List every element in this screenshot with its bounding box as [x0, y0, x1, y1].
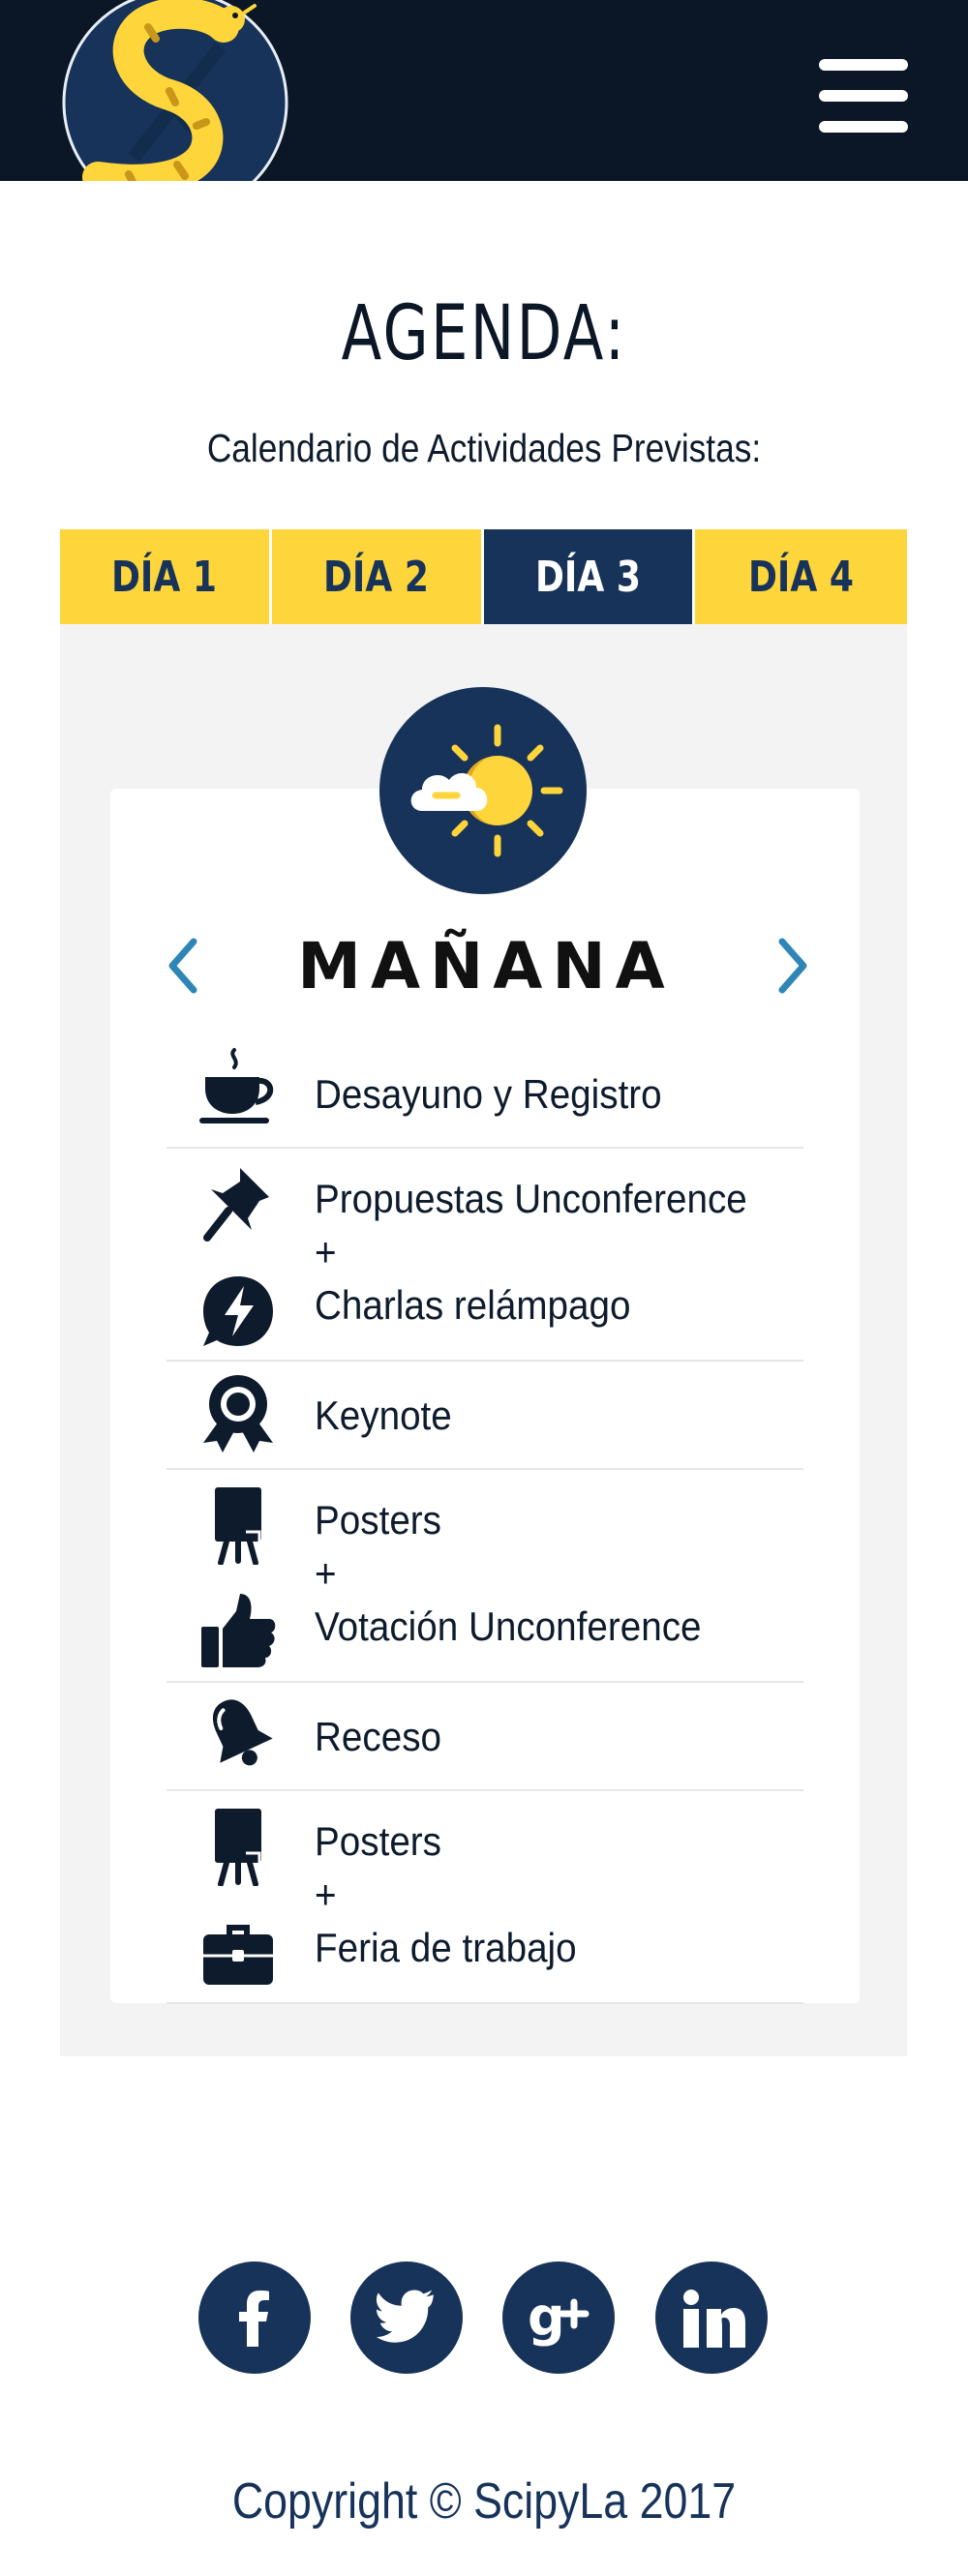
activity-text: Posters + Votación Unconference: [315, 1493, 702, 1653]
activity-row: Receso: [166, 1683, 803, 1791]
activity-line: Posters: [315, 1497, 441, 1543]
activity-text: Posters + Feria de trabajo: [315, 1814, 577, 1974]
activity-line: Receso: [315, 1714, 442, 1759]
activity-text: Keynote: [315, 1389, 452, 1442]
menu-bar: [819, 59, 908, 71]
tab-day-1[interactable]: DÍA 1: [60, 529, 272, 624]
svg-text:g: g: [528, 2287, 565, 2348]
tab-day-2[interactable]: DÍA 2: [271, 529, 484, 624]
hamburger-menu-button[interactable]: [819, 56, 908, 134]
menu-bar: [819, 90, 908, 102]
tab-label: DÍA 1: [111, 552, 218, 602]
activity-line: Feria de trabajo: [315, 1925, 577, 1970]
activity-line: Posters: [315, 1818, 441, 1864]
page-title: AGENDA:: [341, 290, 627, 377]
activity-line: +: [315, 1550, 337, 1596]
activity-row: Propuestas Unconference + Charlas relámp…: [166, 1149, 803, 1362]
google-plus-icon: g: [528, 2287, 590, 2348]
tab-label: DÍA 4: [748, 552, 855, 602]
activity-text: Receso: [315, 1710, 441, 1763]
pushpin-icon: [197, 1162, 279, 1243]
coffee-cup-icon: [197, 1046, 279, 1127]
easel-poster-icon: [197, 1483, 279, 1565]
next-period-arrow[interactable]: [767, 932, 815, 1000]
activity-row: Desayuno y Registro: [166, 1040, 803, 1149]
twitter-icon: [377, 2290, 434, 2343]
bell-icon: [197, 1692, 279, 1774]
linkedin-icon: [683, 2290, 745, 2348]
activity-line: Propuestas Unconference: [315, 1176, 747, 1221]
activity-text: Propuestas Unconference + Charlas relámp…: [315, 1172, 747, 1332]
activity-line: +: [315, 1229, 337, 1274]
tab-label: DÍA 3: [534, 552, 641, 602]
facebook-button[interactable]: [198, 2261, 311, 2374]
day-tabs: DÍA 1 DÍA 2 DÍA 3 DÍA 4: [60, 529, 907, 624]
linkedin-button[interactable]: [655, 2261, 768, 2374]
google-plus-button[interactable]: g: [502, 2261, 615, 2374]
twitter-button[interactable]: [350, 2261, 463, 2374]
activity-row: Posters + Votación Unconference: [166, 1470, 803, 1683]
sun-cloud-icon: [379, 687, 587, 894]
activity-line: +: [315, 1872, 337, 1917]
previous-period-arrow[interactable]: [161, 932, 209, 1000]
activity-text: Desayuno y Registro: [315, 1067, 662, 1121]
activity-row: Keynote: [166, 1362, 803, 1470]
briefcase-icon: [197, 1911, 279, 1992]
activity-line: Desayuno y Registro: [315, 1071, 662, 1117]
easel-poster-icon: [197, 1805, 279, 1886]
period-title: MAÑANA: [297, 929, 675, 1003]
tab-day-3[interactable]: DÍA 3: [483, 529, 696, 624]
menu-bar: [819, 121, 908, 133]
scipyla-logo[interactable]: [61, 0, 289, 181]
lightning-bubble-icon: [197, 1271, 279, 1352]
activity-line: Charlas relámpago: [315, 1282, 631, 1328]
activity-line: Keynote: [315, 1393, 452, 1438]
activity-row: Posters + Feria de trabajo: [166, 1791, 803, 2004]
tab-label: DÍA 2: [323, 552, 430, 602]
thumbs-up-icon: [197, 1590, 279, 1671]
tab-day-4[interactable]: DÍA 4: [695, 529, 907, 624]
site-header: [0, 0, 968, 181]
activity-line: Votación Unconference: [315, 1603, 702, 1649]
facebook-icon: [239, 2291, 269, 2347]
snake-s-logo-icon: [62, 0, 288, 181]
copyright-text: Copyright © ScipyLa 2017: [231, 2473, 737, 2530]
award-ribbon-icon: [197, 1371, 279, 1453]
page-subtitle: Calendario de Actividades Previstas:: [206, 426, 762, 470]
